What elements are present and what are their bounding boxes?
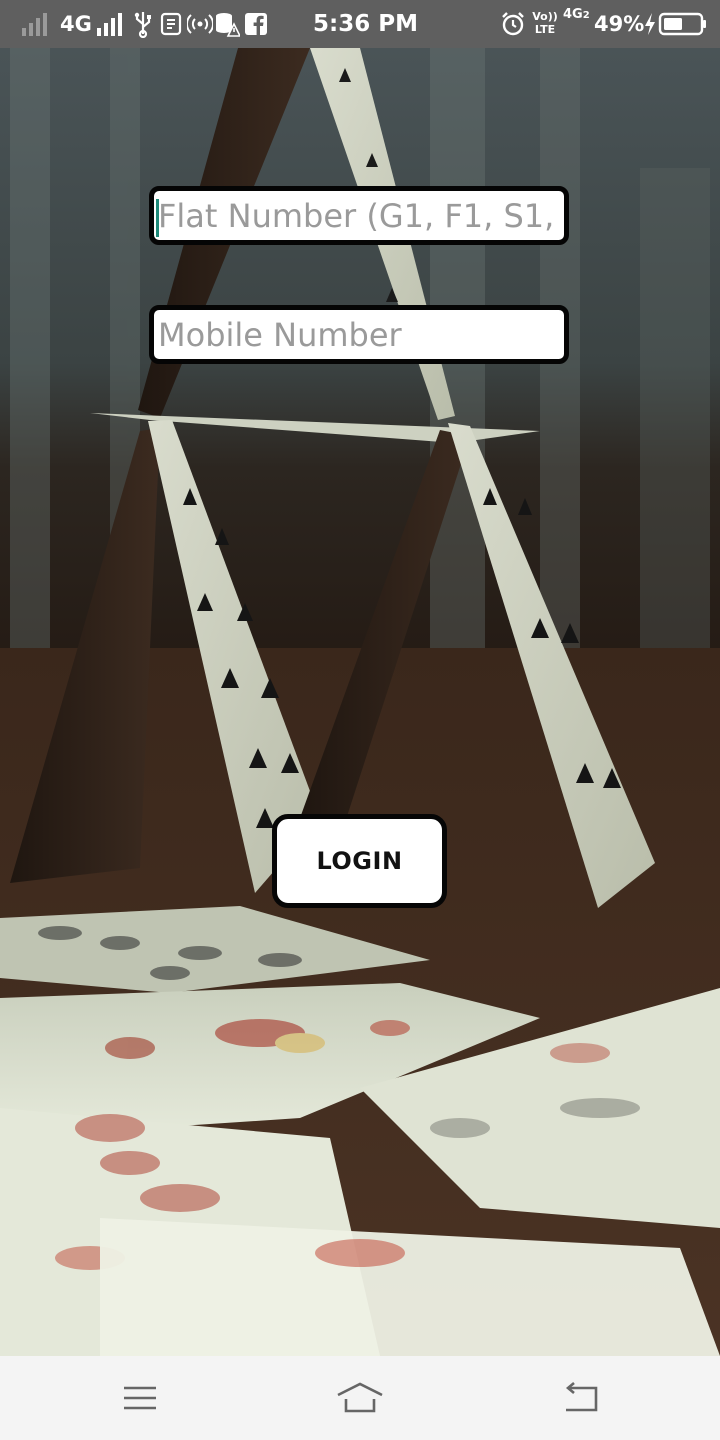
charging-icon bbox=[645, 13, 655, 35]
alarm-icon bbox=[502, 12, 524, 36]
usb-icon bbox=[134, 12, 151, 38]
navigation-bar bbox=[0, 1356, 720, 1440]
volte-label: Vo)) LTE bbox=[532, 10, 558, 36]
status-bar: 4G 5:36 PM Vo)) LTE 4G2 49% bbox=[0, 0, 720, 48]
clock-time: 5:36 PM bbox=[313, 11, 418, 37]
login-button[interactable]: LOGIN bbox=[272, 814, 447, 908]
mobile-number-input[interactable] bbox=[154, 310, 564, 359]
text-cursor bbox=[156, 199, 159, 237]
battery-icon bbox=[658, 12, 706, 36]
network-type-right-sub: 2 bbox=[582, 10, 590, 21]
back-button[interactable] bbox=[550, 1374, 610, 1422]
flat-number-input[interactable] bbox=[154, 191, 564, 240]
signal-strong-icon bbox=[97, 13, 122, 36]
menu-button[interactable] bbox=[110, 1374, 170, 1422]
network-type-right-value: 4G bbox=[563, 7, 583, 22]
menu-icon bbox=[124, 1386, 156, 1410]
hotspot-icon bbox=[187, 14, 213, 34]
notification-icon bbox=[160, 12, 182, 36]
home-button[interactable] bbox=[330, 1374, 390, 1422]
mobile-number-field[interactable] bbox=[149, 305, 569, 364]
battery-percent: 49% bbox=[594, 12, 645, 36]
data-warning-icon bbox=[216, 13, 240, 37]
home-icon bbox=[337, 1382, 383, 1413]
back-icon bbox=[565, 1382, 598, 1412]
facebook-icon bbox=[245, 13, 267, 36]
network-type-left: 4G bbox=[60, 12, 92, 36]
network-type-right: 4G2 bbox=[563, 8, 590, 23]
flat-number-field[interactable] bbox=[149, 186, 569, 245]
signal-weak-icon bbox=[22, 13, 47, 36]
